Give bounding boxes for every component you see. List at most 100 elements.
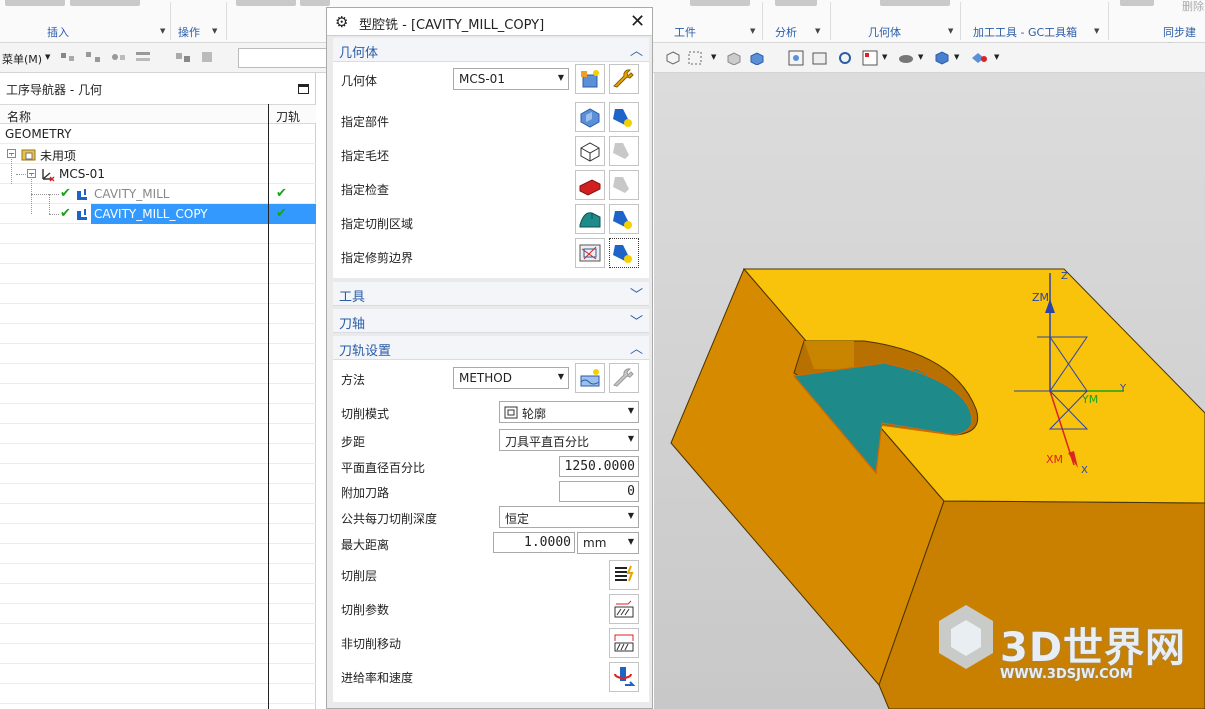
dropdown-arrow[interactable]: ▼ (815, 27, 820, 35)
cut-params-button[interactable] (609, 594, 639, 624)
operation-navigator: 工序导航器 - 几何 名称 刀轨 GEOMETRY − 未用项 − MCS-01… (0, 73, 316, 709)
expand-chevron-icon[interactable]: ﹀ (630, 284, 643, 303)
show-hide-icon[interactable] (970, 50, 988, 66)
edit-method-button[interactable] (609, 363, 639, 393)
shaded-cube-icon[interactable] (934, 50, 950, 66)
column-name[interactable]: 名称 (7, 108, 31, 125)
new-geometry-button[interactable] (575, 64, 605, 94)
snap-icon[interactable] (666, 51, 680, 65)
cut-levels-button[interactable] (609, 560, 639, 590)
dialog-title: 型腔铣 - [CAVITY_MILL_COPY] (359, 18, 545, 33)
view-orient-icon[interactable] (862, 50, 878, 66)
column-toolpath[interactable]: 刀轨 (276, 108, 300, 125)
select-part-button[interactable] (575, 102, 605, 132)
blank-label: 指定毛坯 (341, 149, 390, 163)
select-blank-button[interactable] (575, 136, 605, 166)
select-cut-area-button[interactable] (575, 204, 605, 234)
feeds-speeds-button[interactable] (609, 662, 639, 692)
gear-icon[interactable]: ⚙ (335, 13, 348, 31)
select-trim-boundary-button[interactable] (575, 238, 605, 268)
show-blank-button[interactable] (609, 136, 639, 166)
percent-input[interactable]: 1250.0000 (559, 456, 639, 477)
dropdown-arrow[interactable]: ▼ (750, 27, 755, 35)
filter-icon[interactable] (60, 50, 76, 64)
column-divider (268, 104, 269, 709)
tree-label: CAVITY_MILL_COPY (92, 207, 210, 221)
wrench-disabled-icon (613, 368, 634, 387)
ribbon-group-insert[interactable]: 插入 (47, 24, 69, 40)
sort-icon[interactable] (175, 50, 191, 64)
dropdown-arrow[interactable]: ▼ (948, 27, 953, 35)
close-icon[interactable]: ✕ (630, 11, 645, 32)
dropdown-arrow[interactable]: ▼ (954, 53, 959, 61)
maximize-icon[interactable] (298, 84, 309, 94)
dialog-titlebar[interactable]: ⚙ 型腔铣 - [CAVITY_MILL_COPY] ✕ (327, 8, 652, 36)
select-check-button[interactable] (575, 170, 605, 200)
ribbon-group-workpiece[interactable]: 工件 (674, 24, 696, 40)
dropdown-arrow[interactable]: ▼ (994, 53, 999, 61)
group-icon[interactable] (200, 50, 216, 64)
depth-per-cut-label: 公共每刀切削深度 (341, 512, 438, 526)
tool-axis-section-header[interactable]: 刀轴 ﹀ (333, 309, 649, 333)
cut-area-icon (579, 212, 601, 228)
delete-label[interactable]: 删除 (1182, 0, 1204, 14)
max-distance-input[interactable]: 1.0000 (493, 532, 575, 553)
select-icon[interactable] (110, 50, 126, 64)
non-cut-moves-button[interactable] (609, 628, 639, 658)
tree-icon[interactable] (85, 50, 101, 64)
dropdown-arrow[interactable]: ▼ (45, 53, 50, 61)
tree-label: GEOMETRY (5, 127, 72, 141)
method-select[interactable]: METHOD ▼ (453, 367, 569, 389)
ribbon-cut-label (70, 0, 140, 6)
ribbon-group-geometry[interactable]: 几何体 (868, 24, 901, 40)
new-geometry-icon (581, 70, 599, 88)
watermark-text: 3D世界网 (1000, 625, 1187, 671)
axis-label-y: Y (1120, 383, 1127, 394)
ribbon-group-gc-toolbox[interactable]: 加工工具 - GC工具箱 (973, 24, 1077, 40)
ribbon-group-operation[interactable]: 操作 (178, 24, 200, 40)
dropdown-arrow[interactable]: ▼ (160, 27, 165, 35)
geometry-select[interactable]: MCS-01 ▼ (453, 68, 569, 90)
check-icon: ✔ (60, 186, 71, 201)
menu-button[interactable]: 菜单(M) (2, 51, 42, 67)
flashlight-disabled-icon (613, 143, 629, 159)
geometry-section-header[interactable]: 几何体 ︿ (333, 38, 649, 62)
rotate-icon[interactable] (837, 50, 853, 66)
box-icon[interactable] (726, 51, 742, 65)
tree-label: 未用项 (40, 149, 77, 163)
graphics-viewport[interactable]: ZM Z YM Y XM X 3D世界网 WWW.3DSJW.COM (654, 73, 1205, 709)
chevron-down-icon: ▼ (627, 537, 634, 546)
ribbon-cut-label (880, 0, 950, 6)
depth-per-cut-select[interactable]: 恒定 ▼ (499, 506, 639, 528)
expand-chevron-icon[interactable]: ﹀ (630, 311, 643, 330)
select-box-icon[interactable] (688, 51, 704, 65)
stepover-select[interactable]: 刀具平直百分比 ▼ (499, 429, 639, 451)
extra-passes-input[interactable]: 0 (559, 481, 639, 502)
ribbon-group-analysis[interactable]: 分析 (775, 24, 797, 40)
fit-view-icon[interactable] (788, 50, 804, 66)
new-method-button[interactable] (575, 363, 605, 393)
dropdown-arrow[interactable]: ▼ (882, 53, 887, 61)
geometry-panel: 几何体 ︿ 几何体 MCS-01 ▼ 指定部件 指定毛坯 指定检查 指定切削区域… (333, 38, 649, 278)
edit-geometry-button[interactable] (609, 64, 639, 94)
collapse-chevron-icon[interactable]: ︿ (630, 40, 643, 59)
dropdown-arrow[interactable]: ▼ (918, 53, 923, 61)
show-check-button[interactable] (609, 170, 639, 200)
cut-pattern-select[interactable]: 轮廓 ▼ (499, 401, 639, 423)
dropdown-arrow[interactable]: ▼ (1094, 27, 1099, 35)
dropdown-arrow[interactable]: ▼ (212, 27, 217, 35)
show-part-button[interactable] (609, 102, 639, 132)
collapse-chevron-icon[interactable]: ︿ (630, 338, 643, 357)
list-icon[interactable] (135, 50, 151, 64)
method-label: 方法 (341, 373, 366, 387)
dropdown-arrow[interactable]: ▼ (711, 53, 716, 61)
path-settings-section-header[interactable]: 刀轨设置 ︿ (333, 336, 649, 360)
render-style-icon[interactable] (898, 50, 914, 66)
show-trim-boundary-button[interactable] (609, 238, 639, 268)
search-field[interactable] (238, 48, 330, 68)
cube-icon[interactable] (749, 51, 765, 65)
unit-select[interactable]: mm ▼ (577, 532, 639, 554)
tool-section-header[interactable]: 工具 ﹀ (333, 282, 649, 306)
zoom-icon[interactable] (812, 50, 828, 66)
show-cut-area-button[interactable] (609, 204, 639, 234)
